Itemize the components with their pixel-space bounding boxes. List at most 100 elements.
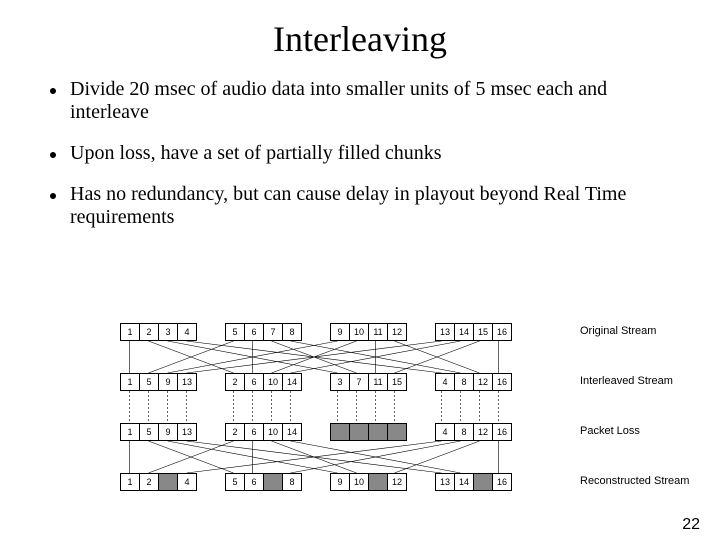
cell-group: 1234 bbox=[120, 323, 197, 341]
cell: 15 bbox=[474, 324, 493, 340]
cell-group: 15913 bbox=[120, 423, 197, 441]
cell: 1 bbox=[121, 424, 140, 440]
cell-group: 56 8 bbox=[225, 473, 302, 491]
cell: 2 bbox=[226, 374, 245, 390]
cell bbox=[331, 424, 350, 440]
cell: 15 bbox=[388, 374, 406, 390]
cell-group: 371115 bbox=[330, 373, 407, 391]
bullet-dot-icon bbox=[50, 152, 56, 158]
cell: 4 bbox=[178, 474, 196, 490]
interleaving-diagram: 12345678910111213141516Original Stream15… bbox=[120, 323, 600, 523]
row-label: Interleaved Stream bbox=[580, 375, 673, 387]
bullet-dot-icon bbox=[50, 88, 56, 94]
cell: 7 bbox=[264, 324, 283, 340]
cell: 7 bbox=[350, 374, 369, 390]
cell-group: 261014 bbox=[225, 373, 302, 391]
cell-group: 5678 bbox=[225, 323, 302, 341]
cell: 14 bbox=[455, 474, 474, 490]
cell-group: 12 4 bbox=[120, 473, 197, 491]
cell: 14 bbox=[283, 424, 301, 440]
cell: 14 bbox=[283, 374, 301, 390]
cell: 2 bbox=[140, 474, 159, 490]
cell bbox=[264, 474, 283, 490]
diagram-row: 12345678910111213141516Original Stream bbox=[120, 323, 600, 341]
cell bbox=[474, 474, 493, 490]
cell: 4 bbox=[436, 424, 455, 440]
cell: 10 bbox=[264, 424, 283, 440]
bullet-text: Divide 20 msec of audio data into smalle… bbox=[70, 78, 680, 124]
row-label: Reconstructed Stream bbox=[580, 475, 689, 487]
cell: 8 bbox=[283, 324, 301, 340]
cell: 12 bbox=[388, 474, 406, 490]
cell: 12 bbox=[474, 424, 493, 440]
bullet-item: Divide 20 msec of audio data into smalle… bbox=[50, 78, 680, 124]
cell: 6 bbox=[245, 324, 264, 340]
cell: 8 bbox=[455, 374, 474, 390]
cell: 6 bbox=[245, 374, 264, 390]
cell: 1 bbox=[121, 474, 140, 490]
cell: 8 bbox=[455, 424, 474, 440]
row-label: Packet Loss bbox=[580, 425, 640, 437]
cell-group: 261014 bbox=[225, 423, 302, 441]
cell bbox=[369, 474, 388, 490]
cell: 5 bbox=[140, 424, 159, 440]
cell: 9 bbox=[331, 474, 350, 490]
cell-group: 13141516 bbox=[435, 323, 512, 341]
cell-group bbox=[330, 423, 407, 441]
cell: 14 bbox=[455, 324, 474, 340]
cell: 3 bbox=[159, 324, 178, 340]
cell: 4 bbox=[178, 324, 196, 340]
bullet-item: Upon loss, have a set of partially fille… bbox=[50, 142, 680, 165]
row-label: Original Stream bbox=[580, 325, 656, 337]
cell: 10 bbox=[350, 474, 369, 490]
cell: 13 bbox=[178, 424, 196, 440]
cell-group: 9101112 bbox=[330, 323, 407, 341]
cell-group: 481216 bbox=[435, 423, 512, 441]
cell: 12 bbox=[388, 324, 406, 340]
cell: 13 bbox=[178, 374, 196, 390]
cell bbox=[350, 424, 369, 440]
cell: 5 bbox=[226, 474, 245, 490]
bullet-text: Upon loss, have a set of partially fille… bbox=[70, 142, 680, 165]
cell: 11 bbox=[369, 374, 388, 390]
bullet-list: Divide 20 msec of audio data into smalle… bbox=[50, 78, 680, 229]
cell: 13 bbox=[436, 324, 455, 340]
cell: 5 bbox=[140, 374, 159, 390]
cell: 5 bbox=[226, 324, 245, 340]
cell bbox=[369, 424, 388, 440]
cell: 2 bbox=[140, 324, 159, 340]
cell: 9 bbox=[331, 324, 350, 340]
cell: 6 bbox=[245, 474, 264, 490]
cell: 12 bbox=[474, 374, 493, 390]
diagram-row: 12456891012131416Reconstructed Stream bbox=[120, 473, 600, 491]
cell: 3 bbox=[331, 374, 350, 390]
cell: 8 bbox=[283, 474, 301, 490]
cell: 9 bbox=[159, 424, 178, 440]
cell bbox=[388, 424, 406, 440]
cell-group: 1314 16 bbox=[435, 473, 512, 491]
cell: 16 bbox=[493, 324, 511, 340]
page-number: 22 bbox=[682, 516, 700, 534]
cell: 13 bbox=[436, 474, 455, 490]
cell bbox=[159, 474, 178, 490]
cell: 1 bbox=[121, 324, 140, 340]
cell: 9 bbox=[159, 374, 178, 390]
cell: 11 bbox=[369, 324, 388, 340]
cell-group: 481216 bbox=[435, 373, 512, 391]
cell: 2 bbox=[226, 424, 245, 440]
diagram-row: 15913261014371115481216Interleaved Strea… bbox=[120, 373, 600, 391]
bullet-item: Has no redundancy, but can cause delay i… bbox=[50, 183, 680, 229]
cell: 16 bbox=[493, 374, 511, 390]
cell: 6 bbox=[245, 424, 264, 440]
cell: 1 bbox=[121, 374, 140, 390]
bullet-dot-icon bbox=[50, 193, 56, 199]
cell: 16 bbox=[493, 474, 511, 490]
cell: 10 bbox=[264, 374, 283, 390]
bullet-text: Has no redundancy, but can cause delay i… bbox=[70, 183, 680, 229]
cell: 16 bbox=[493, 424, 511, 440]
diagram-row: 15913261014481216Packet Loss bbox=[120, 423, 600, 441]
cell: 4 bbox=[436, 374, 455, 390]
cell-group: 910 12 bbox=[330, 473, 407, 491]
slide-title: Interleaving bbox=[0, 18, 720, 60]
cell-group: 15913 bbox=[120, 373, 197, 391]
